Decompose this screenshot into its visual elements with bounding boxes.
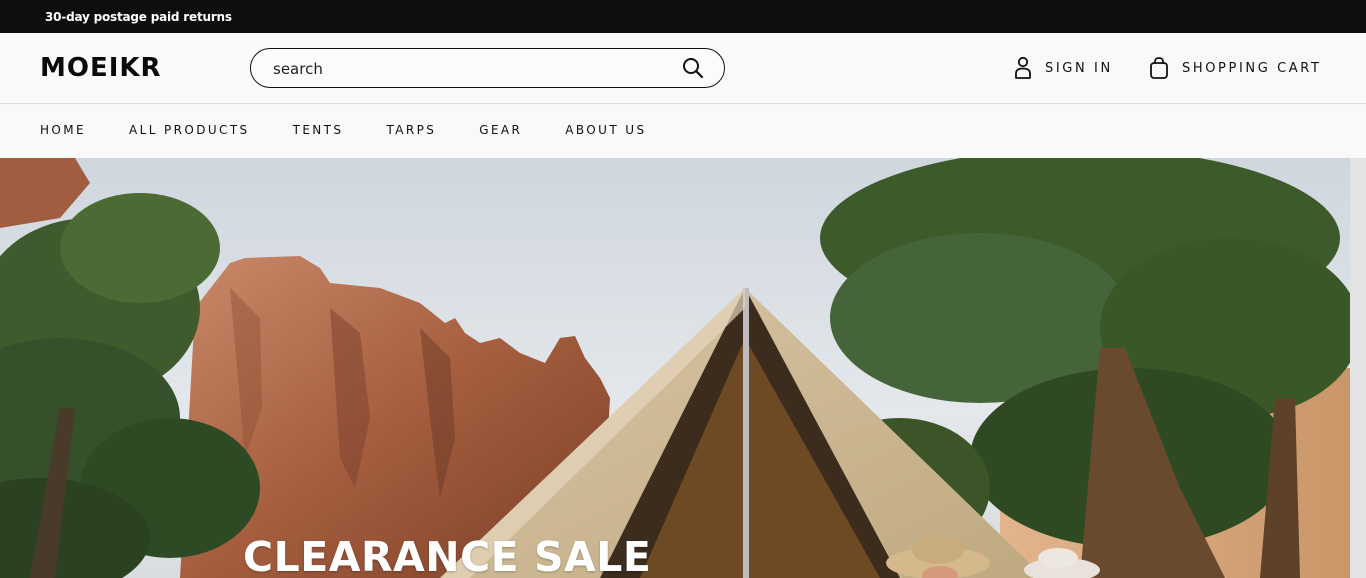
site-header: MOEIKR SIGN IN SHOPPING CART (0, 33, 1366, 104)
nav-item-all-products[interactable]: ALL PRODUCTS (129, 123, 250, 137)
hero-banner[interactable]: CLEARANCE SALE (0, 158, 1350, 578)
announcement-bar: 30-day postage paid returns (0, 0, 1366, 33)
site-logo[interactable]: MOEIKR (40, 53, 162, 83)
sign-in-link[interactable]: SIGN IN (1013, 56, 1113, 80)
nav-item-tents[interactable]: TENTS (293, 123, 344, 137)
shopping-cart-label: SHOPPING CART (1182, 60, 1322, 76)
announcement-text: 30-day postage paid returns (45, 9, 232, 24)
page-scrollbar[interactable] (1350, 158, 1366, 578)
main-navigation: HOME ALL PRODUCTS TENTS TARPS GEAR ABOUT… (0, 105, 1366, 158)
nav-item-home[interactable]: HOME (40, 123, 86, 137)
shopping-bag-icon (1150, 57, 1168, 79)
hero-title: CLEARANCE SALE (243, 533, 652, 578)
sign-in-label: SIGN IN (1045, 60, 1113, 76)
user-icon (1015, 56, 1031, 79)
search-button[interactable] (682, 57, 704, 79)
nav-item-about-us[interactable]: ABOUT US (565, 123, 646, 137)
nav-item-gear[interactable]: GEAR (479, 123, 522, 137)
nav-item-tarps[interactable]: TARPS (386, 123, 436, 137)
search-icon (683, 58, 704, 79)
search-input[interactable] (273, 58, 663, 80)
hero-image (0, 158, 1350, 578)
shopping-cart-link[interactable]: SHOPPING CART (1148, 56, 1322, 80)
search-bar (250, 48, 725, 88)
